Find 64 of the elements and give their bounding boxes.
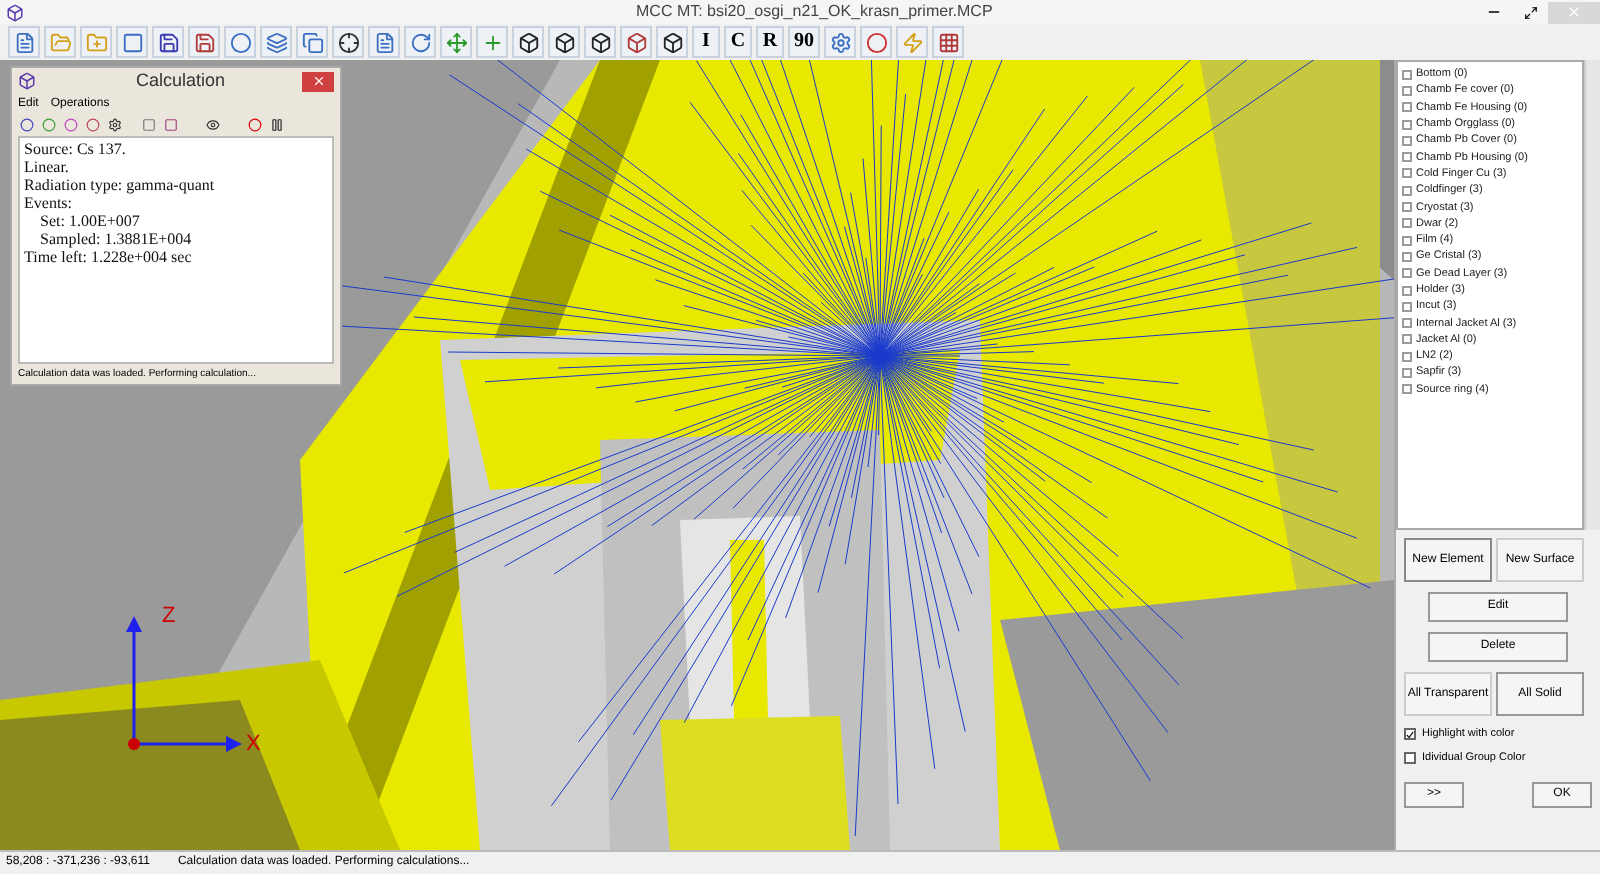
app-icon bbox=[6, 3, 24, 21]
output-line: Source: Cs 137. bbox=[24, 140, 128, 158]
gear-icon bbox=[829, 31, 851, 53]
window-title: MCC MT: bsi20_osgi_n21_OK_krasn_primer.MCP bbox=[636, 2, 993, 22]
pause-icon bbox=[269, 118, 283, 132]
circle-icon bbox=[63, 118, 77, 132]
folder-icon bbox=[49, 31, 71, 53]
square-icon bbox=[141, 118, 155, 132]
toolbar-button[interactable]: I bbox=[692, 26, 720, 58]
square-icon bbox=[163, 118, 177, 132]
lightning-icon bbox=[901, 31, 923, 53]
toolbar-button[interactable] bbox=[512, 26, 544, 58]
block-icon bbox=[625, 31, 647, 53]
document-icon bbox=[13, 31, 35, 53]
layers-icon bbox=[265, 31, 287, 53]
block-icon bbox=[553, 31, 575, 53]
toolbar-button[interactable]: 90 bbox=[788, 26, 820, 58]
output-line: Radiation type: gamma-quant bbox=[24, 176, 217, 194]
grid-icon bbox=[937, 31, 959, 53]
circle-icon bbox=[41, 118, 55, 132]
circle-icon bbox=[85, 118, 99, 132]
tool-button[interactable] bbox=[18, 117, 34, 133]
toolbar-button[interactable] bbox=[584, 26, 616, 58]
close-icon bbox=[311, 74, 325, 88]
check-icon bbox=[1406, 729, 1414, 740]
circle-icon bbox=[19, 118, 33, 132]
dialog-title: Calculation bbox=[136, 70, 226, 92]
move-icon bbox=[445, 31, 467, 53]
block-icon bbox=[661, 31, 683, 53]
output-line: Events: bbox=[24, 194, 74, 212]
toolbar-button[interactable] bbox=[152, 26, 184, 58]
copy-icon bbox=[301, 31, 323, 53]
block-icon bbox=[589, 31, 611, 53]
tool-button[interactable] bbox=[268, 117, 284, 133]
folder-plus-icon bbox=[85, 31, 107, 53]
axis-label: Z bbox=[162, 602, 176, 632]
toolbar-button[interactable] bbox=[548, 26, 580, 58]
output-line: Linear. bbox=[24, 158, 71, 176]
block-icon bbox=[517, 31, 539, 53]
close-icon bbox=[1566, 4, 1582, 20]
circle-icon bbox=[229, 31, 251, 53]
tool-button[interactable] bbox=[204, 117, 220, 133]
eye-icon bbox=[205, 118, 219, 132]
toolbar-button[interactable] bbox=[332, 26, 364, 58]
app-icon bbox=[18, 72, 36, 90]
toolbar-button[interactable] bbox=[656, 26, 688, 58]
axis-label: X bbox=[246, 730, 261, 760]
plus-icon bbox=[481, 31, 503, 53]
close-button[interactable] bbox=[302, 71, 334, 91]
output-line: Set: 1.00E+007 bbox=[38, 212, 142, 230]
scrollbar[interactable] bbox=[1584, 60, 1600, 530]
toolbar-button[interactable]: R bbox=[756, 26, 784, 58]
gear-icon bbox=[107, 118, 121, 132]
crosshair-icon bbox=[337, 31, 359, 53]
output-line: Time left: 1.228e+004 sec bbox=[24, 248, 194, 266]
rotate-icon bbox=[409, 31, 431, 53]
frame-icon bbox=[121, 31, 143, 53]
toolbar-button[interactable]: C bbox=[724, 26, 752, 58]
output-line: Sampled: 1.3881E+004 bbox=[38, 230, 194, 248]
tool-button[interactable] bbox=[106, 117, 122, 133]
target-icon bbox=[865, 31, 887, 53]
document-icon bbox=[373, 31, 395, 53]
record-icon bbox=[247, 118, 261, 132]
maximize-icon bbox=[1523, 5, 1537, 19]
